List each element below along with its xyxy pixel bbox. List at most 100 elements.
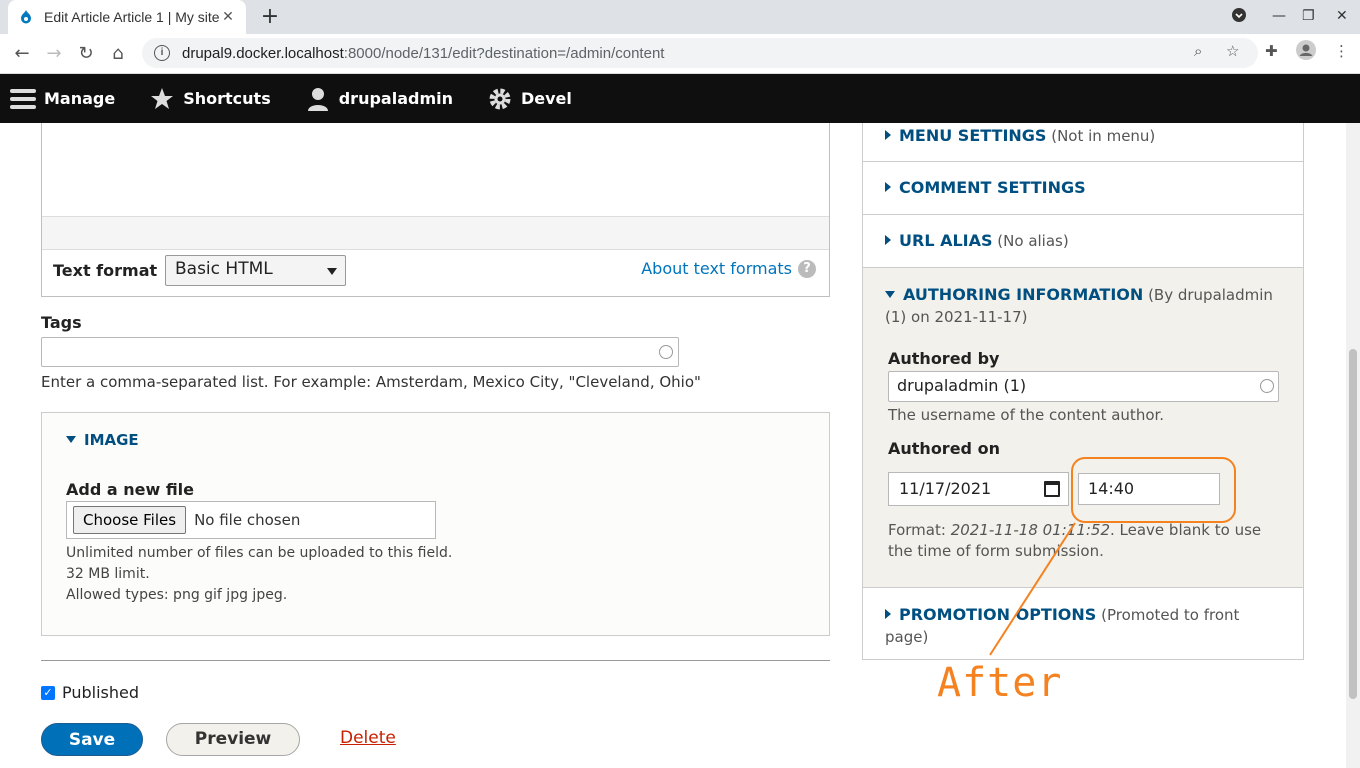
toolbar-manage[interactable]: Manage: [10, 86, 115, 112]
url-alias-title: URL ALIAS: [899, 231, 993, 250]
published-field[interactable]: ✓ Published: [41, 683, 139, 702]
expand-triangle-icon: [885, 182, 891, 192]
site-info-icon[interactable]: i: [154, 45, 170, 61]
user-icon: [305, 86, 331, 112]
authoring-information-summary-1: (By drupaladmin: [1148, 286, 1273, 304]
tab-title: Edit Article Article 1 | My site: [44, 9, 220, 25]
toolbar-user-label: drupaladmin: [338, 89, 453, 108]
annotation-label: After: [937, 660, 1063, 706]
profile-avatar-icon[interactable]: [1296, 40, 1316, 64]
drupal-admin-toolbar: Manage Shortcuts drupaladmin Devel: [0, 74, 1360, 123]
scrollbar-thumb[interactable]: [1349, 349, 1357, 699]
image-desc-line-3: Allowed types: png gif jpg jpeg.: [66, 587, 288, 603]
image-fieldset-toggle[interactable]: IMAGE: [66, 431, 139, 449]
browser-tab-active[interactable]: Edit Article Article 1 | My site ✕: [8, 0, 246, 34]
url-alias-summary: (No alias): [997, 232, 1069, 250]
save-button[interactable]: Save: [41, 723, 143, 756]
expand-triangle-icon: [885, 235, 891, 245]
about-text-formats-label: About text formats: [641, 259, 792, 278]
browser-nav-bar: ← → ↻ ⌂ i drupal9.docker.localhost:8000/…: [0, 34, 1360, 74]
url-alias-section[interactable]: URL ALIAS (No alias): [863, 215, 1303, 268]
zoom-icon[interactable]: ⌕: [1194, 42, 1202, 60]
toolbar-shortcuts[interactable]: Shortcuts: [149, 86, 271, 112]
editor-status-bar: [42, 216, 829, 250]
authored-by-label: Authored by: [888, 349, 1000, 368]
toolbar-devel[interactable]: Devel: [487, 86, 572, 112]
profile-menu-icon[interactable]: [1231, 7, 1247, 27]
authored-by-input[interactable]: drupaladmin (1): [888, 371, 1279, 402]
help-question-icon: ?: [798, 259, 816, 278]
promotion-options-section[interactable]: PROMOTION OPTIONS (Promoted to front pag…: [863, 588, 1303, 660]
browser-tab-strip: Edit Article Article 1 | My site ✕ + — ❐…: [0, 0, 1360, 34]
image-desc-line-2: 32 MB limit.: [66, 566, 150, 582]
menu-settings-section[interactable]: MENU SETTINGS (Not in menu): [863, 123, 1303, 162]
form-divider: [41, 660, 830, 661]
delete-link[interactable]: Delete: [340, 728, 396, 748]
minimize-icon[interactable]: —: [1272, 8, 1286, 24]
autocomplete-throbber-icon: [659, 345, 673, 359]
text-format-label: Text format: [53, 261, 158, 280]
tags-input[interactable]: [41, 337, 679, 367]
comment-settings-title: COMMENT SETTINGS: [899, 178, 1086, 197]
collapse-triangle-icon: [66, 436, 76, 443]
body-editor[interactable]: Text format Basic HTML About text format…: [41, 123, 830, 297]
menu-settings-summary: (Not in menu): [1051, 127, 1156, 145]
promotion-options-summary-1: (Promoted to front: [1101, 606, 1240, 624]
toolbar-shortcuts-label: Shortcuts: [183, 89, 271, 108]
tags-description: Enter a comma-separated list. For exampl…: [41, 373, 701, 391]
no-file-chosen-text: No file chosen: [194, 511, 301, 529]
tab-close-icon[interactable]: ✕: [220, 9, 236, 25]
extensions-icon[interactable]: ✚: [1265, 42, 1278, 60]
authored-by-description: The username of the content author.: [888, 406, 1165, 424]
image-fieldset: IMAGE Add a new file Choose Files No fil…: [41, 412, 830, 636]
close-window-icon[interactable]: ✕: [1336, 8, 1348, 24]
choose-files-button[interactable]: Choose Files: [73, 506, 187, 534]
image-title: IMAGE: [84, 431, 139, 449]
text-format-value: Basic HTML: [175, 259, 273, 279]
comment-settings-section[interactable]: COMMENT SETTINGS: [863, 162, 1303, 215]
authored-on-description: Format: 2021-11-18 01:11:52. Leave blank…: [888, 520, 1283, 562]
date-value: 11/17/2021: [899, 479, 992, 498]
meta-sidebar: MENU SETTINGS (Not in menu) COMMENT SETT…: [862, 123, 1304, 660]
collapse-triangle-icon: [885, 291, 895, 298]
bookmark-star-icon[interactable]: ☆: [1226, 42, 1239, 60]
address-bar[interactable]: i drupal9.docker.localhost:8000/node/131…: [142, 38, 1258, 68]
text-format-select[interactable]: Basic HTML: [165, 255, 346, 286]
url-path: :8000/node/131/edit?destination=/admin/c…: [343, 44, 665, 62]
promotion-options-summary-2: page): [885, 628, 929, 646]
image-desc-line-1: Unlimited number of files can be uploade…: [66, 545, 453, 561]
home-icon[interactable]: ⌂: [106, 42, 130, 66]
back-icon[interactable]: ←: [10, 42, 34, 66]
browser-menu-icon[interactable]: ⋮: [1334, 42, 1349, 60]
add-new-file-label: Add a new file: [66, 480, 195, 499]
restore-icon[interactable]: ❐: [1302, 8, 1315, 24]
menu-settings-title: MENU SETTINGS: [899, 126, 1047, 145]
autocomplete-throbber-icon: [1260, 379, 1274, 393]
promotion-options-title: PROMOTION OPTIONS: [899, 605, 1097, 624]
toolbar-user[interactable]: drupaladmin: [305, 86, 453, 112]
format-prefix: Format:: [888, 521, 951, 539]
reload-icon[interactable]: ↻: [74, 42, 98, 66]
page-scrollbar[interactable]: [1346, 123, 1360, 768]
expand-triangle-icon: [885, 130, 891, 140]
forward-icon[interactable]: →: [42, 42, 66, 66]
authored-on-date-input[interactable]: 11/17/2021: [888, 472, 1069, 506]
file-input[interactable]: Choose Files No file chosen: [66, 501, 436, 539]
drupal-favicon-icon: [21, 10, 31, 24]
calendar-icon[interactable]: [1044, 481, 1060, 497]
toolbar-devel-label: Devel: [520, 89, 572, 108]
published-checkbox[interactable]: ✓: [41, 685, 55, 700]
format-example: 2021-11-18 01:11:52: [950, 521, 1110, 539]
annotation-highlight-box: [1071, 457, 1236, 523]
authoring-information-summary-2: (1) on 2021-11-17): [885, 308, 1028, 326]
authoring-information-title: AUTHORING INFORMATION: [903, 285, 1144, 304]
about-text-formats-link[interactable]: About text formats ?: [641, 259, 816, 278]
new-tab-icon[interactable]: +: [258, 4, 282, 30]
authoring-information-toggle[interactable]: AUTHORING INFORMATION (By drupaladmin (1…: [885, 284, 1281, 328]
node-edit-form: Text format Basic HTML About text format…: [0, 123, 1346, 768]
authored-by-value: drupaladmin (1): [897, 376, 1027, 395]
preview-button[interactable]: Preview: [166, 723, 300, 756]
star-icon: [149, 86, 175, 112]
tags-label: Tags: [41, 313, 82, 332]
expand-triangle-icon: [885, 609, 891, 619]
